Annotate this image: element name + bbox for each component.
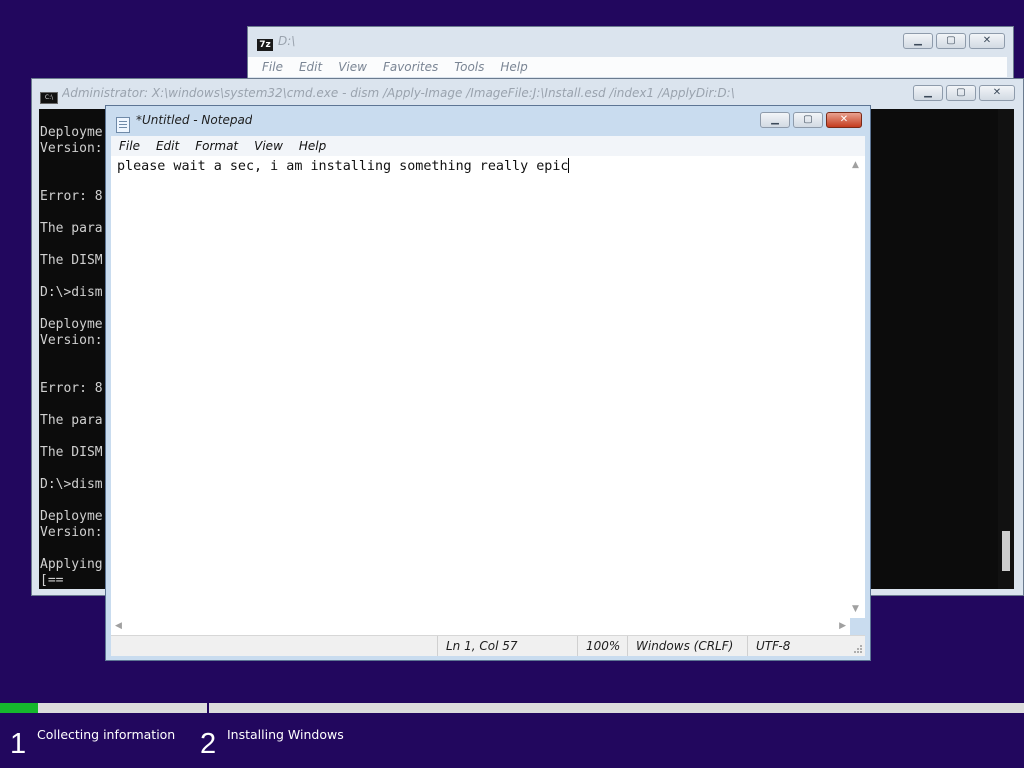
close-icon: ✕ <box>839 114 849 125</box>
7zip-menu-view[interactable]: View <box>338 60 367 74</box>
cmd-scrollbar-thumb[interactable] <box>1002 531 1010 571</box>
notepad-maximize-button[interactable]: ▢ <box>793 112 823 128</box>
7zip-window-title: D:\ <box>278 34 296 48</box>
cmd-scrollbar[interactable] <box>998 109 1014 589</box>
close-icon: ✕ <box>992 87 1002 98</box>
7zip-minimize-button[interactable]: ▁ <box>903 33 933 49</box>
notepad-menu-format[interactable]: Format <box>195 139 238 153</box>
cmd-maximize-button[interactable]: ▢ <box>946 85 976 101</box>
console-line: The para <box>40 413 103 428</box>
cmd-minimize-button[interactable]: ▁ <box>913 85 943 101</box>
notepad-horizontal-scrollbar[interactable]: ◀ ▶ <box>111 618 850 635</box>
status-encoding: UTF-8 <box>747 636 857 656</box>
notepad-window-title: *Untitled - Notepad <box>136 113 253 127</box>
setup-progress-bar <box>0 701 1024 715</box>
status-zoom: 100% <box>577 636 627 656</box>
close-icon: ✕ <box>982 35 992 46</box>
step-number: 2 <box>200 728 217 760</box>
cmd-app-icon: C:\ <box>40 92 58 104</box>
notepad-menu-help[interactable]: Help <box>299 139 326 153</box>
7zip-maximize-button[interactable]: ▢ <box>936 33 966 49</box>
7zip-menubar: File Edit View Favorites Tools Help <box>248 57 1007 77</box>
cmd-titlebar[interactable]: C:\ Administrator: X:\windows\system32\c… <box>32 79 1023 107</box>
console-line: Error: 8 <box>40 189 103 204</box>
7zip-menu-help[interactable]: Help <box>500 60 527 74</box>
step-label: Collecting information <box>37 727 176 742</box>
notepad-menu-edit[interactable]: Edit <box>156 139 179 153</box>
progress-step-divider <box>207 701 209 715</box>
console-line: Deployme <box>40 125 103 140</box>
7zip-titlebar[interactable]: 7z D:\ ▁ ▢ ✕ <box>248 27 1013 55</box>
notepad-app-icon <box>116 117 130 133</box>
scroll-right-arrow-icon[interactable]: ▶ <box>839 621 846 631</box>
progress-track <box>0 703 1024 713</box>
console-line: Deployme <box>40 509 103 524</box>
scroll-left-arrow-icon[interactable]: ◀ <box>115 621 122 631</box>
status-line-ending: Windows (CRLF) <box>627 636 747 656</box>
notepad-menubar: File Edit Format View Help <box>111 136 865 156</box>
text-caret <box>568 158 570 173</box>
progress-fill <box>0 703 38 713</box>
console-line: The para <box>40 221 103 236</box>
console-line: The DISM <box>40 445 103 460</box>
7zip-close-button[interactable]: ✕ <box>969 33 1005 49</box>
console-line: Deployme <box>40 317 103 332</box>
notepad-menu-view[interactable]: View <box>254 139 283 153</box>
notepad-status-bar: Ln 1, Col 57 100% Windows (CRLF) UTF-8 <box>111 635 865 656</box>
minimize-icon: ▁ <box>924 87 932 98</box>
cmd-window-title: Administrator: X:\windows\system32\cmd.e… <box>62 86 735 100</box>
console-line: Applying <box>40 557 103 572</box>
console-line: Version: <box>40 525 103 540</box>
console-line: Error: 8 <box>40 381 103 396</box>
7zip-menu-favorites[interactable]: Favorites <box>383 60 438 74</box>
7zip-menu-file[interactable]: File <box>262 60 283 74</box>
scroll-up-arrow-icon[interactable]: ▲ <box>852 160 859 170</box>
notepad-close-button[interactable]: ✕ <box>826 112 862 128</box>
notepad-vertical-scrollbar[interactable]: ▲ ▼ <box>848 156 865 618</box>
notepad-text-area[interactable]: please wait a sec, i am installing somet… <box>111 156 850 618</box>
resize-grip-icon[interactable] <box>853 644 863 654</box>
scroll-down-arrow-icon[interactable]: ▼ <box>852 604 859 614</box>
console-line: Version: <box>40 141 103 156</box>
maximize-icon: ▢ <box>946 35 956 46</box>
console-line: Version: <box>40 333 103 348</box>
notepad-menu-file[interactable]: File <box>119 139 140 153</box>
notepad-minimize-button[interactable]: ▁ <box>760 112 790 128</box>
console-line: [== <box>40 573 64 588</box>
console-line: The DISM <box>40 253 103 268</box>
7zip-menu-edit[interactable]: Edit <box>299 60 322 74</box>
status-cursor-position: Ln 1, Col 57 <box>437 636 577 656</box>
step-number: 1 <box>10 728 27 760</box>
7zip-menu-tools[interactable]: Tools <box>454 60 484 74</box>
console-line: D:\>dism <box>40 285 103 300</box>
7zip-app-icon: 7z <box>257 39 273 51</box>
minimize-icon: ▁ <box>914 35 922 46</box>
maximize-icon: ▢ <box>803 114 813 125</box>
maximize-icon: ▢ <box>956 87 966 98</box>
notepad-window[interactable]: *Untitled - Notepad ▁ ▢ ✕ File Edit Form… <box>105 105 871 661</box>
notepad-document-text: please wait a sec, i am installing somet… <box>117 159 569 174</box>
minimize-icon: ▁ <box>771 114 779 125</box>
step-label: Installing Windows <box>227 727 344 742</box>
cmd-close-button[interactable]: ✕ <box>979 85 1015 101</box>
7zip-window[interactable]: 7z D:\ ▁ ▢ ✕ File Edit View Favorites To… <box>247 26 1014 86</box>
console-line: D:\>dism <box>40 477 103 492</box>
notepad-titlebar[interactable]: *Untitled - Notepad ▁ ▢ ✕ <box>106 106 870 134</box>
